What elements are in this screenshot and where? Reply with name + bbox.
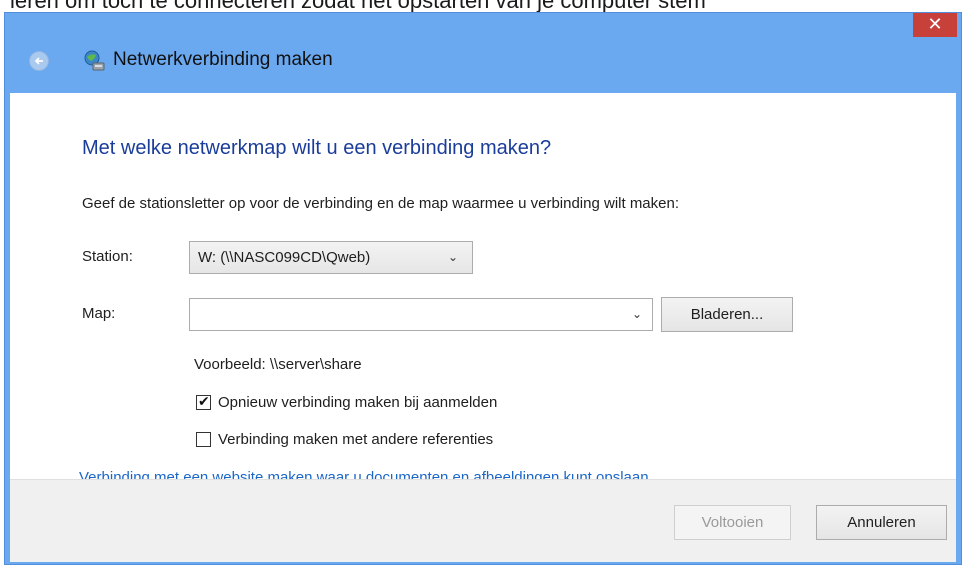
window-title: Netwerkverbinding maken [113,49,333,70]
checkmark-icon: ✔ [198,393,210,409]
dialog-footer: Voltooien Annuleren [10,479,956,562]
example-text: Voorbeeld: \\server\share [194,356,362,373]
cancel-button[interactable]: Annuleren [816,505,947,540]
map-label: Map: [82,305,116,322]
other-credentials-checkbox[interactable] [196,432,211,447]
station-dropdown[interactable]: W: (\\NASC099CD\Qweb) ⌄ [189,241,473,274]
browse-button[interactable]: Bladeren... [661,297,793,332]
chevron-down-icon[interactable]: ⌄ [632,307,642,321]
close-button[interactable]: ✕ [913,13,957,37]
back-button[interactable] [29,51,49,71]
finish-button[interactable]: Voltooien [674,505,791,540]
station-label: Station: [82,248,133,265]
close-icon: ✕ [927,14,943,34]
dialog-content: Met welke netwerkmap wilt u een verbindi… [10,93,956,486]
map-combobox[interactable]: ⌄ [189,298,653,331]
reconnect-label[interactable]: Opnieuw verbinding maken bij aanmelden [218,394,497,411]
other-credentials-label[interactable]: Verbinding maken met andere referenties [218,431,493,448]
network-drive-dialog: ✕ Netwerkverbinding maken Met welke netw… [4,12,962,565]
reconnect-checkbox[interactable]: ✔ [196,393,211,410]
back-arrow-icon [34,57,43,65]
page-heading: Met welke netwerkmap wilt u een verbindi… [82,137,552,159]
network-drive-icon [84,50,105,71]
instruction-text: Geef de stationsletter op voor de verbin… [82,195,680,212]
chevron-down-icon: ⌄ [448,250,459,264]
station-value: W: (\\NASC099CD\Qweb) [198,249,371,266]
